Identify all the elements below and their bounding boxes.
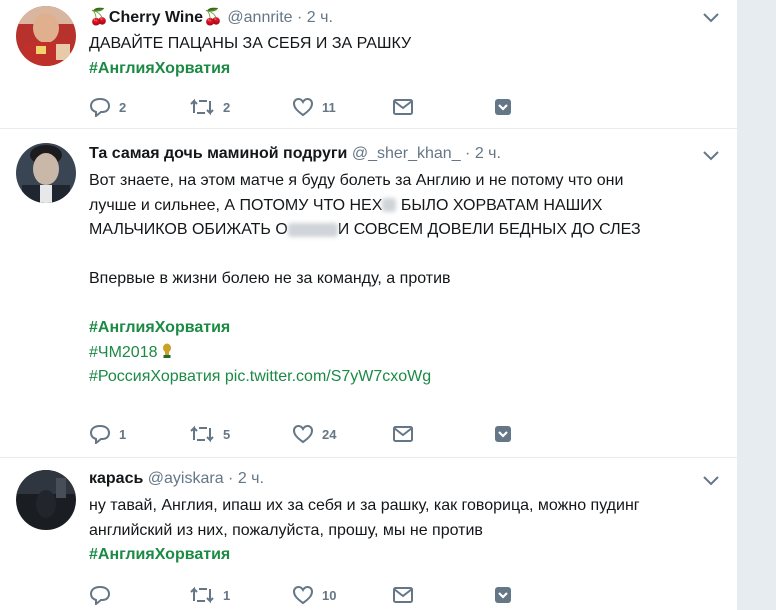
like-button[interactable]: 11 (292, 95, 336, 119)
reply-button[interactable] (89, 583, 119, 607)
hashtag-link[interactable]: #РоссияХорватия (89, 368, 220, 385)
hashtag-link[interactable]: #ЧМ2018 (89, 344, 157, 361)
hashtag-link[interactable]: #АнглияХорватия (89, 57, 689, 82)
tweet-header: 🍒Cherry Wine🍒 @annrite · 2 ч. (89, 7, 333, 27)
retweet-button[interactable]: 2 (189, 95, 230, 119)
reply-button[interactable]: 2 (89, 95, 126, 119)
tweet-line: английский из них, пожалуйста, прошу, мы… (89, 521, 483, 539)
timestamp[interactable]: · 2 ч. (465, 145, 501, 162)
reply-icon (89, 424, 111, 444)
tweet[interactable]: 🍒Cherry Wine🍒 @annrite · 2 ч. ДАВАЙТЕ ПА… (0, 0, 737, 128)
tweet-line: МАЛЬЧИКОВ ОБИЖАТЬ О И СОВСЕМ ДОВЕЛИ БЕДНЫ… (89, 218, 689, 243)
like-count: 24 (322, 426, 337, 442)
bookmark-icon (495, 426, 511, 442)
like-count: 11 (322, 99, 336, 115)
like-button[interactable]: 24 (292, 422, 336, 446)
retweet-icon (190, 425, 214, 443)
censored-text (382, 198, 397, 213)
chevron-down-icon[interactable] (703, 13, 719, 23)
reply-icon (89, 585, 111, 605)
hashtag-link[interactable]: #АнглияХорватия (89, 316, 689, 341)
cherry-emoji: 🍒 (203, 9, 223, 26)
tweet-line-part: БЫЛО ХОРВАТАМ НАШИХ (396, 196, 603, 214)
tweet[interactable]: карась @ayiskara · 2 ч. ну тавай, Англия… (0, 458, 737, 610)
avatar-image (16, 470, 76, 530)
retweet-count: 2 (223, 99, 231, 115)
retweet-icon (190, 586, 214, 604)
bookmark-button[interactable] (493, 95, 513, 119)
tweet-line-part: И СОВСЕМ ДОВЕЛИ БЕДНЫХ ДО СЛЕЗ (337, 221, 641, 238)
author-name[interactable]: Та самая дочь маминой подруги (89, 145, 347, 162)
heart-icon (292, 424, 314, 444)
cherry-emoji: 🍒 (89, 9, 109, 26)
envelope-icon (393, 587, 413, 603)
retweet-button[interactable]: 1 (189, 583, 230, 607)
tweet-line: #РоссияХорватия pic.twitter.com/S7yW7cxo… (89, 365, 689, 390)
dm-button[interactable] (392, 95, 414, 119)
retweet-count: 1 (223, 587, 231, 603)
world-cup-icon (162, 343, 171, 358)
reply-button[interactable]: 1 (89, 422, 126, 446)
tweet-line-part: МАЛЬЧИКОВ ОБИЖАТЬ О (89, 221, 288, 238)
author-name[interactable]: карась (89, 470, 143, 487)
heart-icon (292, 97, 314, 117)
tweet-text: Вот знаете, на этом матче я буду болеть … (89, 169, 689, 390)
bookmark-icon (495, 587, 511, 603)
chevron-down-icon[interactable] (703, 151, 719, 161)
avatar-image (16, 143, 76, 203)
timestamp[interactable]: · 2 ч. (228, 470, 264, 487)
bookmark-icon (495, 99, 511, 115)
tweet-actions: 1 5 24 (89, 422, 529, 446)
tweet[interactable]: Та самая дочь маминой подруги @_sher_kha… (0, 129, 737, 457)
heart-icon (292, 585, 314, 605)
author-handle[interactable]: @annrite (227, 9, 292, 26)
bookmark-button[interactable] (493, 583, 513, 607)
tweet-line: лучше и сильнее, А ПОТОМУ ЧТО НЕХ БЫЛО Х… (89, 194, 689, 219)
retweet-count: 5 (223, 426, 231, 442)
tweet-actions: 2 2 11 (89, 95, 529, 119)
tweet-text: ну тавай, Англия, ипаш их за себя и за р… (89, 494, 689, 568)
tweet-actions: 1 10 (89, 583, 529, 607)
tweet-header: Та самая дочь маминой подруги @_sher_kha… (89, 145, 501, 163)
like-button[interactable]: 10 (292, 583, 336, 607)
tweet-line: ДАВАЙТЕ ПАЦАНЫ ЗА СЕБЯ И ЗА РАШКУ (89, 35, 412, 52)
tweet-line: Вот знаете, на этом матче я буду болеть … (89, 172, 624, 189)
tweet-header: карась @ayiskara · 2 ч. (89, 470, 264, 488)
dm-button[interactable] (392, 422, 414, 446)
reply-count: 2 (119, 99, 127, 115)
tweet-text: ДАВАЙТЕ ПАЦАНЫ ЗА СЕБЯ И ЗА РАШКУ #Англи… (89, 32, 689, 81)
hashtag-link[interactable]: #АнглияХорватия (89, 543, 689, 568)
timeline: 🍒Cherry Wine🍒 @annrite · 2 ч. ДАВАЙТЕ ПА… (0, 0, 737, 610)
avatar[interactable] (16, 6, 76, 66)
author-name[interactable]: Cherry Wine (109, 9, 203, 26)
bookmark-button[interactable] (493, 422, 513, 446)
envelope-icon (393, 426, 413, 442)
timestamp[interactable]: · 2 ч. (297, 9, 333, 26)
author-handle[interactable]: @ayiskara (148, 470, 224, 487)
dm-button[interactable] (392, 583, 414, 607)
tweet-line: #ЧМ2018 (89, 341, 689, 366)
tweet-line-part: лучше и сильнее, А ПОТОМУ ЧТО НЕХ (89, 196, 383, 214)
author-handle[interactable]: @_sher_khan_ (352, 145, 461, 162)
reply-icon (89, 97, 111, 117)
avatar[interactable] (16, 470, 76, 530)
reply-count: 1 (119, 426, 127, 442)
media-link[interactable]: pic.twitter.com/S7yW7cxoWg (225, 368, 431, 385)
avatar[interactable] (16, 143, 76, 203)
like-count: 10 (322, 587, 337, 603)
avatar-image (16, 6, 76, 66)
tweet-line: ну тавай, Англия, ипаш их за себя и за р… (89, 497, 640, 514)
retweet-button[interactable]: 5 (189, 422, 230, 446)
retweet-icon (190, 98, 214, 116)
chevron-down-icon[interactable] (703, 476, 719, 486)
envelope-icon (393, 99, 413, 115)
tweet-line: Впервые в жизни болею не за команду, а п… (89, 270, 451, 287)
censored-text (287, 222, 338, 237)
